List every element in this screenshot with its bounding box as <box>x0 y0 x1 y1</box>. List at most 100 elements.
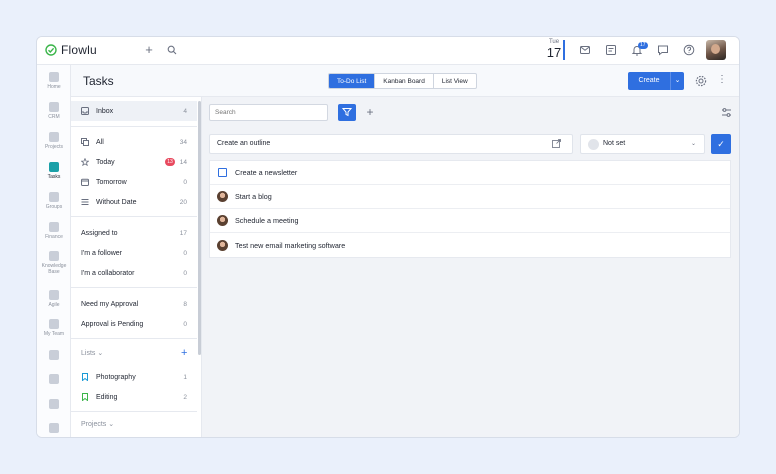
task-row[interactable]: Test new email marketing software <box>210 233 730 257</box>
projects-section-toggle[interactable]: Projects ⌄ <box>81 420 114 428</box>
chevron-down-icon[interactable]: ⌄ <box>670 72 684 90</box>
task-checkbox[interactable] <box>218 168 227 177</box>
calendar-date[interactable]: Tue 17 <box>543 39 565 59</box>
create-button-label: Create <box>638 77 660 84</box>
list-count: 1 <box>183 373 187 381</box>
module-icon <box>49 350 59 360</box>
task-title[interactable]: Start a blog <box>235 192 272 201</box>
tab-kanban-board[interactable]: Kanban Board <box>375 74 434 88</box>
more-options-icon[interactable]: ⋮ <box>717 73 727 89</box>
filter-count: 20 <box>179 198 187 206</box>
bookmark-icon <box>82 393 88 401</box>
external-link-icon[interactable] <box>552 139 561 148</box>
notes-icon[interactable] <box>605 44 617 56</box>
inbox-icon <box>81 107 89 115</box>
mail-icon[interactable] <box>579 44 591 56</box>
filter-collaborator[interactable]: I'm a collaborator 0 <box>71 263 197 283</box>
task-title[interactable]: Create a newsletter <box>235 168 297 177</box>
overdue-badge: 13 <box>165 158 175 166</box>
knowledge-base-icon <box>49 251 59 261</box>
create-button[interactable]: Create ⌄ <box>628 72 684 90</box>
filter-approval-pending[interactable]: Approval is Pending 0 <box>71 314 197 334</box>
list-item-photography[interactable]: Photography 1 <box>71 367 197 387</box>
rail-item-agile[interactable]: Agile <box>37 290 71 308</box>
rail-label-finance: Finance <box>45 234 63 240</box>
date-divider <box>563 40 565 60</box>
assignee-placeholder-avatar <box>588 139 599 150</box>
groups-icon <box>49 192 59 202</box>
filter-need-approval[interactable]: Need my Approval 8 <box>71 294 197 314</box>
search-input[interactable] <box>209 104 328 121</box>
confirm-task-button[interactable]: ✓ <box>711 134 731 154</box>
filter-label: I'm a follower <box>81 249 123 257</box>
copy-icon <box>81 138 89 146</box>
rail-item-extra-3[interactable] <box>37 399 71 409</box>
module-icon <box>49 374 59 384</box>
filter-label: I'm a collaborator <box>81 269 135 277</box>
add-list-button[interactable]: + <box>181 348 187 359</box>
gear-icon[interactable] <box>695 75 707 87</box>
add-task-icon[interactable]: + <box>364 104 376 121</box>
search-icon[interactable] <box>167 45 177 55</box>
rail-label-tasks: Tasks <box>47 174 61 180</box>
filter-label: Tomorrow <box>96 178 127 186</box>
rail-item-groups[interactable]: Groups <box>37 192 71 210</box>
quick-add-icon[interactable]: + <box>143 43 155 57</box>
rail-label-crm: CRM <box>48 114 60 120</box>
app-logo[interactable]: Flowlu <box>45 43 97 57</box>
assignee-select[interactable]: Not set ⌄ <box>580 134 705 154</box>
help-icon[interactable] <box>683 44 695 56</box>
assignee-avatar[interactable] <box>217 239 228 251</box>
chat-icon[interactable] <box>657 44 669 56</box>
chevron-down-icon: ⌄ <box>97 350 104 357</box>
task-row[interactable]: Start a blog <box>210 185 730 209</box>
rail-item-crm[interactable]: CRM <box>37 102 71 120</box>
rail-item-extra-4[interactable] <box>37 423 71 433</box>
rail-item-tasks[interactable]: Tasks <box>37 162 71 180</box>
rail-item-my-team[interactable]: My Team <box>37 319 71 337</box>
list-item-editing[interactable]: Editing 2 <box>71 387 197 407</box>
rail-item-extra-1[interactable] <box>37 350 71 360</box>
rail-item-finance[interactable]: Finance <box>37 222 71 240</box>
lists-section-toggle[interactable]: Lists ⌄ <box>81 349 103 357</box>
tab-list-view[interactable]: List View <box>434 74 476 88</box>
filter-tomorrow[interactable]: Tomorrow 0 <box>71 172 197 192</box>
tab-todo-list[interactable]: To-Do List <box>329 74 376 88</box>
filter-all[interactable]: All 34 <box>71 132 197 152</box>
filter-count: 0 <box>183 320 187 328</box>
rail-item-projects[interactable]: Projects <box>37 132 71 150</box>
filter-count: 17 <box>179 229 187 237</box>
task-row[interactable]: Schedule a meeting <box>210 209 730 233</box>
new-task-input[interactable]: Create an outline <box>209 134 573 154</box>
page-header: Tasks To-Do List Kanban Board List View … <box>71 65 739 97</box>
assignee-avatar[interactable] <box>217 191 228 202</box>
rail-item-extra-2[interactable] <box>37 374 71 384</box>
sidebar-scrollbar[interactable] <box>198 101 201 355</box>
rail-item-home[interactable]: Home <box>37 72 71 90</box>
filter-follower[interactable]: I'm a follower 0 <box>71 243 197 263</box>
crm-icon <box>49 102 59 112</box>
task-title[interactable]: Schedule a meeting <box>235 216 299 225</box>
task-title[interactable]: Test new email marketing software <box>235 241 345 250</box>
projects-heading: Projects <box>81 421 107 428</box>
divider <box>71 411 197 412</box>
filter-without-date[interactable]: Without Date 20 <box>71 192 197 212</box>
team-icon <box>49 319 59 329</box>
sliders-icon[interactable] <box>721 107 732 118</box>
list-label: Photography <box>96 373 136 381</box>
assignee-avatar[interactable] <box>217 215 228 226</box>
divider <box>71 126 197 127</box>
filter-button[interactable] <box>338 104 356 121</box>
home-icon <box>49 72 59 82</box>
task-row[interactable]: Create a newsletter <box>210 161 730 185</box>
filter-count: 0 <box>183 249 187 257</box>
user-avatar[interactable] <box>706 40 726 60</box>
filter-label: Inbox <box>96 107 114 115</box>
filter-today[interactable]: Today 13 14 <box>71 152 197 172</box>
rail-item-knowledge-base[interactable]: Knowledge Base <box>37 251 71 275</box>
top-bar: Flowlu + Tue 17 17 <box>37 37 739 65</box>
filter-inbox[interactable]: Inbox 4 <box>71 101 197 121</box>
filter-count: 14 <box>179 158 187 166</box>
filter-label: Today <box>96 158 115 166</box>
filter-assigned-to[interactable]: Assigned to 17 <box>71 223 197 243</box>
